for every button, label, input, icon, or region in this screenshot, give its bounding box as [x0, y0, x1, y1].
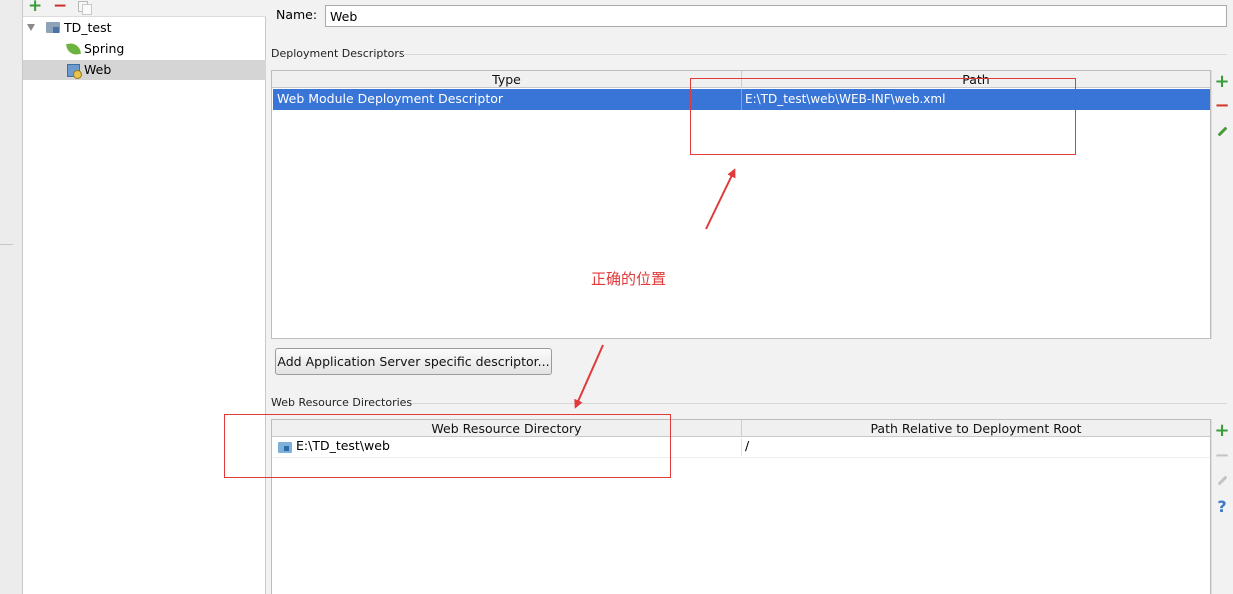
- annotation-arrows: [574, 168, 736, 409]
- arrow-to-path: [705, 168, 736, 230]
- arrow-to-web-directory: [574, 344, 604, 409]
